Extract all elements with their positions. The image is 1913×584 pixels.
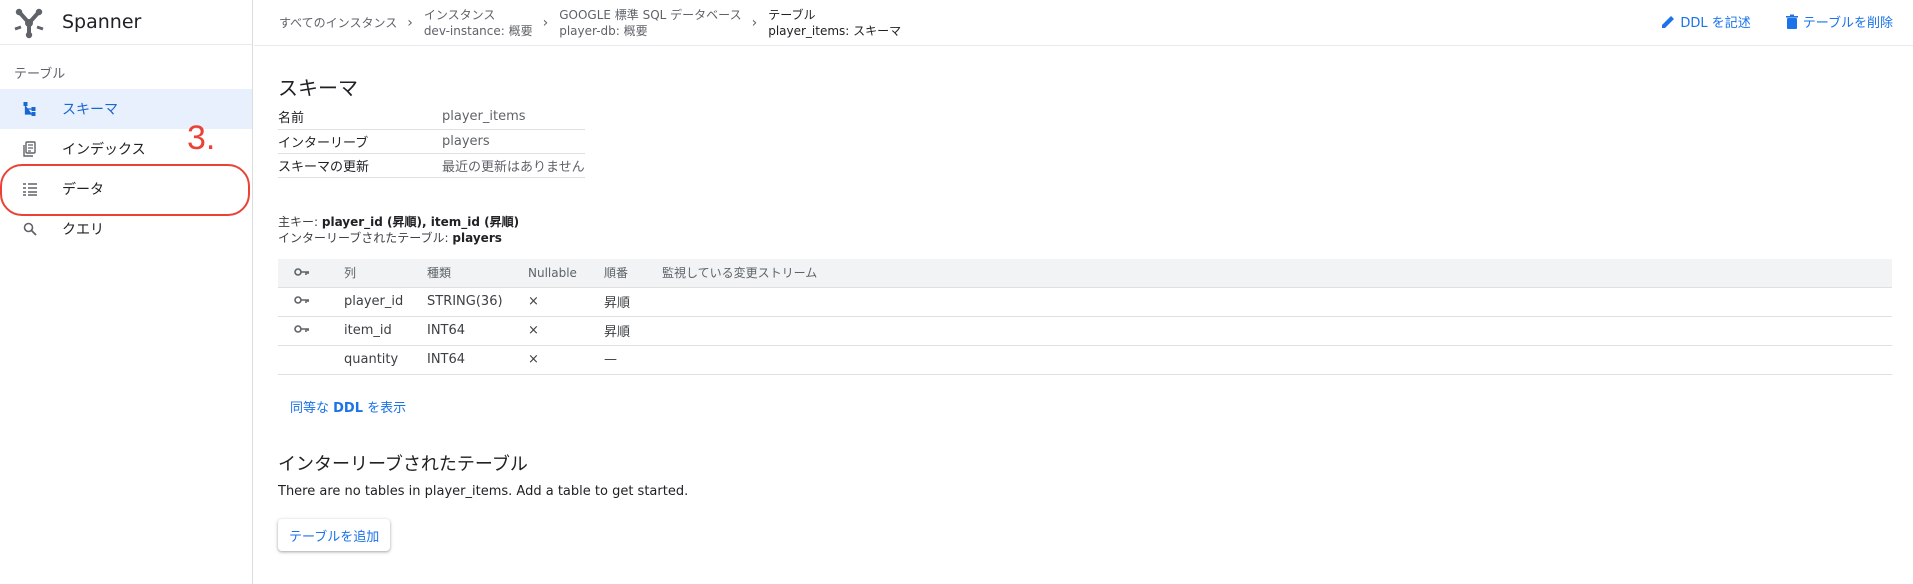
- column-order: 昇順: [604, 316, 662, 346]
- ddl-link-bold: DDL: [333, 401, 364, 416]
- index-icon: [21, 140, 39, 158]
- breadcrumb-table: テーブル player_items: スキーマ: [768, 7, 901, 39]
- breadcrumb-line: インスタンス: [423, 8, 496, 22]
- column-type: STRING(36): [427, 287, 528, 317]
- spanner-logo-icon: [14, 8, 44, 39]
- property-row: スキーマの更新 最近の更新はありません: [278, 153, 585, 178]
- column-order: 昇順: [604, 287, 662, 317]
- table-properties: 名前 player_items インターリーブ players スキーマの更新 …: [278, 105, 585, 178]
- property-value: player_items: [442, 105, 585, 130]
- schema-icon: [21, 100, 39, 118]
- columns-header-row: 列 種類 Nullable 順番 監視している変更ストリーム: [278, 259, 1892, 288]
- chevron-right-icon: ›: [542, 15, 549, 31]
- property-row: 名前 player_items: [278, 105, 585, 130]
- key-info: 主キー: player_id (昇順), item_id (昇順) インターリー…: [278, 214, 519, 246]
- annotation-highlight-ring: [0, 164, 250, 216]
- breadcrumb-line: player-db: 概要: [559, 24, 648, 38]
- column-streams: [662, 316, 1892, 346]
- column-name: player_id: [344, 287, 427, 317]
- interleaved-line: インターリーブされたテーブル: players: [278, 230, 519, 246]
- write-ddl-button[interactable]: DDL を記述: [1660, 12, 1751, 31]
- header-actions: DDL を記述 テーブルを削除: [1626, 12, 1893, 31]
- empty-state-message: There are no tables in player_items. Add…: [278, 484, 689, 499]
- breadcrumb-line: GOOGLE 標準 SQL データベース: [559, 8, 742, 22]
- interleaved-section-title: インターリーブされたテーブル: [278, 454, 528, 475]
- sidebar-section-label: テーブル: [14, 67, 66, 82]
- column-header: 監視している変更ストリーム: [662, 259, 1892, 288]
- key-cell: [278, 287, 344, 317]
- column-order: —: [604, 345, 662, 375]
- column-nullable: ×: [528, 287, 604, 317]
- trash-icon: [1785, 14, 1798, 29]
- column-type: INT64: [427, 345, 528, 375]
- sidebar-item-label: スキーマ: [62, 102, 118, 118]
- column-nullable: ×: [528, 316, 604, 346]
- column-name: item_id: [344, 316, 427, 346]
- property-value: players: [442, 129, 585, 154]
- property-key: 名前: [278, 105, 442, 130]
- table-row: player_id STRING(36) × 昇順: [278, 287, 1892, 317]
- show-equivalent-ddl-link[interactable]: 同等な DDL を表示: [290, 397, 406, 416]
- key-icon: [294, 296, 309, 304]
- column-header: Nullable: [528, 259, 604, 288]
- column-type: INT64: [427, 316, 528, 346]
- column-streams: [662, 287, 1892, 317]
- key-column-header: [278, 259, 344, 288]
- page-title: スキーマ: [278, 76, 358, 100]
- property-value: 最近の更新はありません: [442, 153, 585, 178]
- column-name: quantity: [344, 345, 427, 375]
- interleaved-value: players: [452, 231, 502, 245]
- table-row: item_id INT64 × 昇順: [278, 316, 1892, 346]
- column-header: 順番: [604, 259, 662, 288]
- primary-key-label: 主キー:: [278, 215, 322, 229]
- app-name: Spanner: [62, 11, 142, 33]
- key-cell: [278, 345, 344, 375]
- breadcrumb-line: player_items: スキーマ: [768, 24, 902, 38]
- breadcrumb-line: すべてのインスタンス: [279, 16, 398, 30]
- top-header: すべてのインスタンス › インスタンス dev-instance: 概要 › G…: [254, 0, 1913, 46]
- column-nullable: ×: [528, 345, 604, 375]
- interleaved-label: インターリーブされたテーブル:: [278, 231, 453, 245]
- delete-table-button[interactable]: テーブルを削除: [1785, 12, 1893, 31]
- key-icon: [294, 325, 309, 333]
- breadcrumb-all-instances[interactable]: すべてのインスタンス: [279, 15, 397, 31]
- add-table-button[interactable]: テーブルを追加: [278, 519, 391, 551]
- primary-key-value: player_id (昇順), item_id (昇順): [321, 215, 520, 229]
- property-key: スキーマの更新: [278, 153, 442, 178]
- chevron-right-icon: ›: [407, 15, 413, 31]
- search-icon: [21, 220, 39, 238]
- key-cell: [278, 316, 344, 346]
- column-streams: [662, 345, 1892, 375]
- sidebar-item-label: クエリ: [62, 222, 104, 238]
- sidebar: Spanner テーブル スキーマ インデックス データ クエリ: [0, 0, 253, 584]
- breadcrumb-database[interactable]: GOOGLE 標準 SQL データベース player-db: 概要: [559, 7, 741, 39]
- primary-key-line: 主キー: player_id (昇順), item_id (昇順): [278, 214, 519, 230]
- annotation-step-number: 3.: [187, 119, 216, 157]
- table-row: quantity INT64 × —: [278, 345, 1892, 375]
- chevron-right-icon: ›: [751, 15, 758, 31]
- column-header: 列: [344, 259, 427, 288]
- ddl-link-prefix: 同等な: [290, 401, 334, 416]
- breadcrumb-line: テーブル: [768, 8, 816, 22]
- breadcrumb: すべてのインスタンス › インスタンス dev-instance: 概要 › G…: [279, 0, 901, 46]
- key-icon: [294, 267, 309, 276]
- columns-table: 列 種類 Nullable 順番 監視している変更ストリーム player_id…: [278, 259, 1892, 375]
- breadcrumb-instance[interactable]: インスタンス dev-instance: 概要: [424, 7, 533, 39]
- column-header: 種類: [427, 259, 528, 288]
- sidebar-item-label: インデックス: [62, 142, 146, 158]
- delete-table-label: テーブルを削除: [1802, 16, 1893, 31]
- write-ddl-label: DDL を記述: [1680, 16, 1751, 31]
- brand: Spanner: [0, 0, 252, 45]
- property-row: インターリーブ players: [278, 129, 585, 154]
- pencil-icon: [1662, 15, 1675, 28]
- property-key: インターリーブ: [278, 129, 442, 154]
- breadcrumb-line: dev-instance: 概要: [423, 24, 533, 38]
- ddl-link-suffix: を表示: [363, 401, 407, 416]
